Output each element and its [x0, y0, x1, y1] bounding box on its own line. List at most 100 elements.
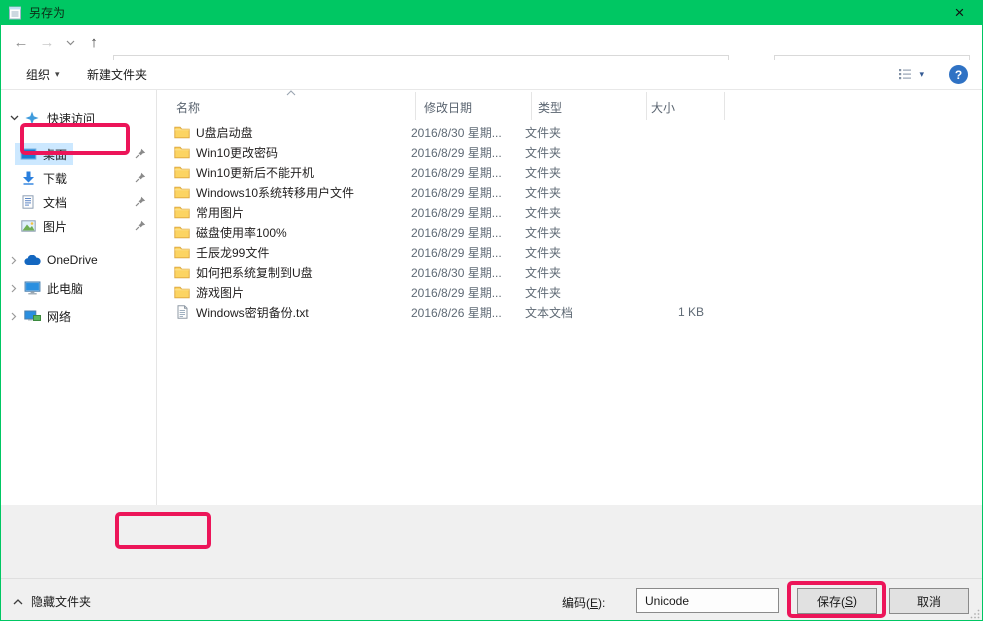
- file-type: 文件夹: [525, 204, 638, 221]
- chevron-up-icon: [13, 599, 23, 605]
- file-type: 文件夹: [525, 284, 638, 301]
- sidebar-item-label: 此电脑: [47, 280, 83, 297]
- file-name: 壬辰龙99文件: [196, 244, 411, 261]
- new-folder-button[interactable]: 新建文件夹: [87, 60, 147, 89]
- file-row[interactable]: Windows密钥备份.txt 2016/8/26 星期... 文本文档 1 K…: [158, 302, 982, 322]
- file-type: 文件夹: [525, 244, 638, 261]
- dialog-title: 另存为: [29, 4, 65, 21]
- encoding-select[interactable]: Unicode: [636, 588, 779, 613]
- chevron-right-icon[interactable]: [7, 256, 21, 265]
- sidebar-item-this-pc[interactable]: 此电脑: [1, 274, 156, 302]
- hide-folders-button[interactable]: 隐藏文件夹: [13, 593, 91, 610]
- navigation-pane: 快速访问 桌面 下载: [1, 90, 157, 505]
- file-date-modified: 2016/8/29 星期...: [411, 204, 525, 221]
- change-view-button[interactable]: ▾: [897, 66, 924, 82]
- file-date-modified: 2016/8/29 星期...: [411, 184, 525, 201]
- file-name: 磁盘使用率100%: [196, 224, 411, 241]
- organize-label: 组织: [26, 66, 50, 83]
- sidebar-item-network[interactable]: 网络: [1, 302, 156, 330]
- back-icon[interactable]: ←: [7, 25, 35, 60]
- pin-icon: [135, 220, 146, 231]
- resize-grip[interactable]: [970, 609, 980, 619]
- file-row[interactable]: 壬辰龙99文件 2016/8/29 星期... 文件夹: [158, 242, 982, 262]
- sidebar-item-onedrive[interactable]: OneDrive: [1, 246, 156, 274]
- column-header-size[interactable]: 大小: [651, 99, 675, 116]
- network-icon: [23, 310, 41, 323]
- file-date-modified: 2016/8/29 星期...: [411, 164, 525, 181]
- help-button[interactable]: ?: [949, 65, 968, 84]
- close-button[interactable]: ×: [937, 0, 982, 25]
- file-type: 文件夹: [525, 184, 638, 201]
- cancel-button[interactable]: 取消: [889, 588, 969, 614]
- notepad-icon: [8, 6, 22, 20]
- chevron-right-icon[interactable]: [7, 312, 21, 321]
- file-name: Win10更新后不能开机: [196, 164, 411, 181]
- sidebar-item-pictures[interactable]: 图片: [1, 214, 156, 238]
- sidebar-item-desktop[interactable]: 桌面: [1, 142, 156, 166]
- quick-access-star-icon: [23, 111, 41, 125]
- encoding-label: 编码(E):: [562, 594, 605, 611]
- file-row[interactable]: Win10更改密码 2016/8/29 星期... 文件夹: [158, 142, 982, 162]
- file-row[interactable]: 磁盘使用率100% 2016/8/29 星期... 文件夹: [158, 222, 982, 242]
- pictures-icon: [19, 220, 37, 232]
- file-row[interactable]: 如何把系统复制到U盘 2016/8/30 星期... 文件夹: [158, 262, 982, 282]
- column-header-type[interactable]: 类型: [538, 99, 562, 116]
- file-row[interactable]: 游戏图片 2016/8/29 星期... 文件夹: [158, 282, 982, 302]
- chevron-down-icon: ▾: [919, 69, 924, 80]
- file-row[interactable]: 常用图片 2016/8/29 星期... 文件夹: [158, 202, 982, 222]
- folder-icon: [174, 286, 190, 299]
- file-type: 文件夹: [525, 124, 638, 141]
- pin-icon: [135, 148, 146, 159]
- folder-icon: [174, 246, 190, 259]
- sidebar-item-documents[interactable]: 文档: [1, 190, 156, 214]
- folder-icon: [174, 226, 190, 239]
- chevron-right-icon[interactable]: [7, 284, 21, 293]
- column-divider[interactable]: [531, 92, 532, 120]
- save-button[interactable]: 保存(S): [797, 588, 877, 614]
- pin-icon: [135, 172, 146, 183]
- sidebar-item-label: 网络: [47, 308, 71, 325]
- column-divider[interactable]: [415, 92, 416, 120]
- column-divider[interactable]: [724, 92, 725, 120]
- file-type: 文本文档: [525, 304, 638, 321]
- chevron-down-icon[interactable]: [7, 115, 21, 121]
- sidebar-item-label: 文档: [43, 194, 67, 211]
- forward-icon[interactable]: →: [35, 25, 59, 60]
- file-name: 游戏图片: [196, 284, 411, 301]
- folder-icon: [174, 166, 190, 179]
- file-name: 常用图片: [196, 204, 411, 221]
- desktop-icon: [19, 148, 37, 161]
- file-date-modified: 2016/8/30 星期...: [411, 124, 525, 141]
- title-bar: 另存为 ×: [1, 0, 982, 25]
- sidebar-quick-access[interactable]: 快速访问: [1, 106, 156, 130]
- file-row[interactable]: Win10更新后不能开机 2016/8/29 星期... 文件夹: [158, 162, 982, 182]
- address-bar: ← → ↑ › 此电脑 › 桌面 › 搜索"桌面": [1, 25, 982, 60]
- column-header-name[interactable]: 名称: [176, 99, 200, 116]
- folder-icon: [174, 146, 190, 159]
- column-headers: 名称 修改日期 类型 大小: [158, 92, 982, 120]
- file-type: 文件夹: [525, 264, 638, 281]
- file-date-modified: 2016/8/26 星期...: [411, 304, 525, 321]
- file-list-body: U盘启动盘 2016/8/30 星期... 文件夹 Win10更改密码 2016…: [158, 122, 982, 322]
- up-icon[interactable]: ↑: [81, 25, 107, 60]
- organize-button[interactable]: 组织 ▾: [26, 60, 60, 89]
- file-name: 如何把系统复制到U盘: [196, 264, 411, 281]
- sidebar-item-label: 图片: [43, 218, 67, 235]
- status-bar: 隐藏文件夹 编码(E): Unicode 保存(S) 取消: [1, 578, 982, 621]
- file-name: Windows密钥备份.txt: [196, 304, 411, 321]
- save-as-dialog: 另存为 × ← → ↑ › 此电脑 › 桌面 › 搜索"桌面": [0, 0, 983, 621]
- text-file-icon: [177, 305, 188, 319]
- file-date-modified: 2016/8/29 星期...: [411, 244, 525, 261]
- column-header-date-modified[interactable]: 修改日期: [424, 99, 472, 116]
- sidebar-item-label: 桌面: [43, 146, 67, 163]
- sidebar-item-label: OneDrive: [47, 253, 98, 267]
- file-row[interactable]: U盘启动盘 2016/8/30 星期... 文件夹: [158, 122, 982, 142]
- column-divider[interactable]: [646, 92, 647, 120]
- sidebar-item-downloads[interactable]: 下载: [1, 166, 156, 190]
- file-type: 文件夹: [525, 164, 638, 181]
- file-row[interactable]: Windows10系统转移用户文件 2016/8/29 星期... 文件夹: [158, 182, 982, 202]
- folder-icon: [174, 186, 190, 199]
- file-name: Win10更改密码: [196, 144, 411, 161]
- recent-locations-chevron-icon[interactable]: [61, 25, 79, 60]
- encoding-value: Unicode: [645, 594, 689, 608]
